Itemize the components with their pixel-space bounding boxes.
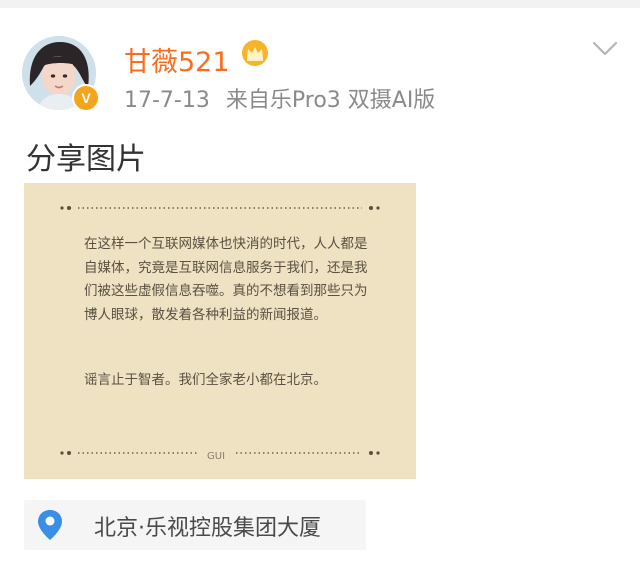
post-meta: 17-7-13 来自乐Pro3 双摄AI版	[124, 82, 435, 114]
image-paragraph-2: 谣言止于智者。我们全家老小都在北京。	[84, 372, 327, 388]
verified-badge-label: V	[81, 90, 91, 106]
verified-badge-icon: V	[72, 84, 100, 112]
post-text: 分享图片	[26, 142, 146, 177]
decorative-border	[60, 206, 380, 455]
image-paragraph-1: 在这样一个互联网媒体也快消的时代，人人都是自媒体，究竟是互联网信息服务于我们，还…	[84, 236, 368, 323]
post-date: 17-7-13	[124, 88, 210, 113]
image-signature: GUI	[207, 451, 226, 462]
location-pin-icon	[38, 510, 62, 540]
location-label: 北京·乐视控股集团大厦	[94, 516, 321, 541]
crown-icon[interactable]	[240, 39, 270, 67]
chevron-down-icon[interactable]	[592, 40, 618, 58]
username[interactable]: 甘薇521	[124, 40, 230, 79]
location-tag[interactable]: 北京·乐视控股集团大厦	[24, 500, 366, 550]
post-image[interactable]: 在这样一个互联网媒体也快消的时代，人人都是自媒体，究竟是互联网信息服务于我们，还…	[24, 183, 416, 479]
post-source: 来自乐Pro3 双摄AI版	[225, 88, 436, 113]
top-separator	[0, 0, 640, 8]
